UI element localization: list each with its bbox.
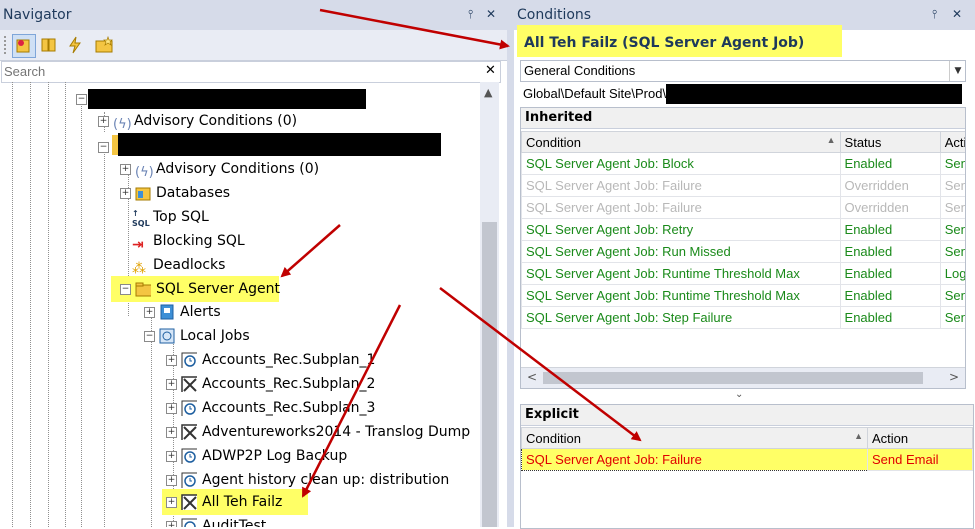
annotation-arrows xyxy=(280,8,642,498)
arrow-to-heading xyxy=(319,8,510,50)
arrow-to-all-teh-failz xyxy=(301,304,402,498)
arrow-to-explicit xyxy=(439,287,642,442)
arrow-to-sql-agent xyxy=(280,224,341,278)
